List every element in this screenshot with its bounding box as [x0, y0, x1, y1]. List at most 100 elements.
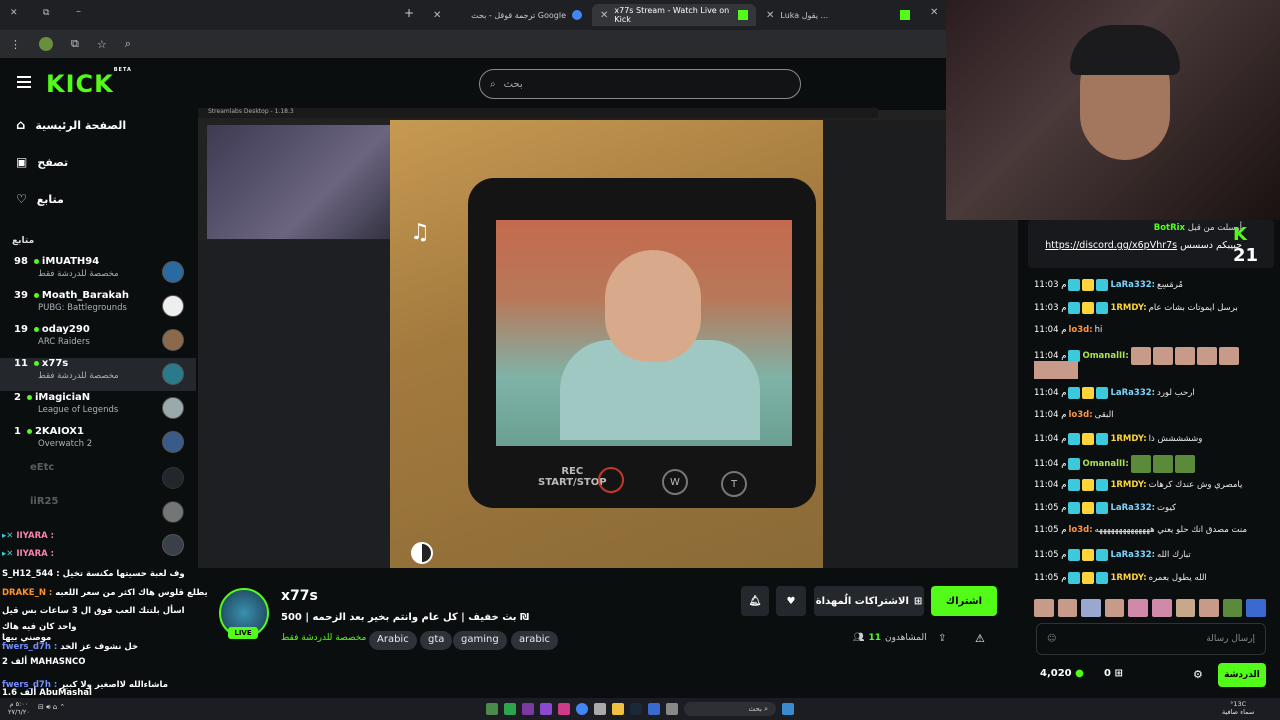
new-tab-button[interactable]: + — [404, 6, 414, 20]
weather-widget[interactable]: °13C سماء صافية — [1222, 700, 1254, 716]
app-icon[interactable] — [504, 703, 516, 715]
share-icon[interactable]: ⇪ — [938, 633, 946, 644]
emote-icon[interactable] — [1057, 599, 1078, 617]
stream-category[interactable]: مخصصة للدردشة فقط — [281, 633, 366, 643]
message-user[interactable]: LaRa332: — [1110, 503, 1155, 513]
search-input[interactable]: بحث — [504, 79, 523, 90]
windows-start-icon[interactable] — [782, 703, 794, 715]
sidebar-channel-imuath94[interactable]: 98 iMUATH94 مخصصة للدردشة فقط — [0, 256, 196, 289]
close-icon[interactable]: ✕ — [930, 7, 938, 18]
folder-icon[interactable] — [612, 703, 624, 715]
gear-icon[interactable]: ⚙ — [1193, 668, 1203, 681]
sidebar-channel-moath[interactable]: 39 Moath_Barakah PUBG: Battlegrounds — [0, 290, 196, 323]
taskbar-search[interactable]: بحث ⌕ — [684, 702, 776, 716]
sidebar-channel-eetc[interactable]: eEtc — [0, 462, 196, 495]
tab-luka[interactable]: ✕ Luka يقول ... — [758, 4, 918, 26]
sidebar-channel-iir25[interactable]: iiR25 — [0, 496, 196, 529]
chat-send-button[interactable]: الدردشة — [1218, 663, 1266, 687]
profile-avatar[interactable] — [39, 37, 53, 51]
app-icon[interactable] — [540, 703, 552, 715]
app-icon[interactable] — [648, 703, 660, 715]
extensions-icon[interactable]: ⧉ — [71, 37, 79, 51]
message-user[interactable]: 1RMDY: — [1110, 573, 1146, 583]
overlay-text: وف لعبة حسيتها مكنسة تخيل — [62, 569, 185, 579]
weather-desc: سماء صافية — [1222, 708, 1255, 716]
tag-arabic-2[interactable]: arabic — [511, 631, 558, 650]
points-value: 4,020 — [1040, 668, 1072, 679]
sidebar-channel-x77s[interactable]: 11 x77s مخصصة للدردشة فقط — [0, 358, 196, 391]
overlay-text: خل نشوف عز الخد — [60, 642, 139, 652]
message-user[interactable]: OmanalII: — [1082, 351, 1128, 361]
app-icon[interactable] — [486, 703, 498, 715]
tab-kick-stream[interactable]: ✕ x77s Stream - Watch Live on Kick — [592, 4, 756, 26]
emote-icon[interactable] — [1034, 599, 1054, 617]
subscribe-button[interactable]: اشتراك — [931, 586, 997, 616]
emote-icon[interactable] — [1151, 599, 1172, 617]
app-icon[interactable] — [558, 703, 570, 715]
overlay-chat-line: S_H12_544 : وف لعبة حسيتها مكنسة تخيل — [2, 569, 185, 579]
zoom-icon[interactable]: ⌕ — [125, 37, 131, 51]
overlay-user: DRAKE_N : — [2, 588, 53, 598]
steam-icon[interactable] — [630, 703, 642, 715]
gift-subs-button[interactable]: الاشتراكات الُمهداة ⊞ — [814, 586, 924, 616]
notification-bell-button[interactable]: 🔔︎ — [741, 586, 769, 616]
sidebar-channel-2kaiox1[interactable]: 1 2KAIOX1 Overwatch 2 — [0, 426, 196, 459]
sidebar-channel-oday290[interactable]: 19 oday290 ARC Raiders — [0, 324, 196, 357]
points-display[interactable]: 4,020 ● — [1040, 668, 1084, 679]
tag-gta[interactable]: gta — [420, 631, 453, 650]
message-user[interactable]: LaRa332: — [1110, 280, 1155, 290]
emoji-icon[interactable]: ☺ — [1047, 634, 1056, 644]
close-tab-icon[interactable]: ✕ — [600, 10, 608, 21]
gifts-display[interactable]: 0 ⊞ — [1104, 668, 1123, 679]
message-user[interactable]: lo3d: — [1068, 325, 1092, 335]
tray-icons[interactable]: ⊟ 🔊︎ ⌂ ⌃ — [38, 703, 65, 712]
close-window-icon[interactable]: ✕ — [10, 8, 18, 18]
chat-input[interactable]: ☺ إرسال رسالة — [1036, 623, 1266, 655]
emote-icon[interactable] — [1199, 599, 1219, 617]
close-tab-icon[interactable]: ✕ — [433, 10, 441, 21]
nav-home[interactable]: ⌂ الصفحة الرئيسية — [16, 118, 126, 133]
menu-dots-icon[interactable]: ⋮ — [10, 38, 21, 51]
hamburger-menu-icon[interactable] — [17, 76, 31, 88]
restore-icon[interactable]: ⧉ — [43, 8, 49, 18]
follow-button[interactable]: ♥ — [776, 586, 806, 616]
message-user[interactable]: lo3d: — [1068, 410, 1092, 420]
pinned-link[interactable]: https://discord.gg/x6pVhr7s — [1045, 240, 1177, 251]
overlay-chat-line: DRAKE_N : يطلع قلوس هاك اكثر من سعر اللع… — [2, 588, 208, 598]
kick-logo[interactable]: KICKBETA — [46, 67, 132, 98]
message-user[interactable]: 1RMDY: — [1110, 434, 1146, 444]
app-icon[interactable] — [594, 703, 606, 715]
message-user[interactable]: lo3d: — [1068, 525, 1092, 535]
emote-icon[interactable] — [1175, 599, 1196, 617]
message-user[interactable]: LaRa332: — [1110, 550, 1155, 560]
emote-icon[interactable] — [1222, 599, 1243, 617]
chat-message: 11:05 م LaRa332: كيوت — [1034, 502, 1176, 514]
nav-following[interactable]: ♡ متابع — [16, 192, 64, 206]
search-bar[interactable]: ⌕ بحث — [479, 69, 801, 99]
app-icon[interactable] — [666, 703, 678, 715]
clock[interactable]: ٥:٠٠ م ٢٧/٦/٢٠ — [8, 700, 30, 716]
streamer-name[interactable]: x77s — [281, 588, 318, 604]
message-text: منت مصدق انك حلو يعني ههههههههههههههه — [1094, 525, 1248, 535]
report-icon[interactable]: ⚠ — [975, 632, 985, 645]
chat-message: 11:04 م LaRa332: ارحب لورد — [1034, 387, 1195, 399]
bookmark-star-icon[interactable]: ☆ — [97, 38, 107, 51]
sidebar-channel-imagician[interactable]: 2 iMagiciaN League of Legends — [0, 392, 196, 425]
emote-icon[interactable] — [1081, 599, 1101, 617]
message-time: 11:03 م — [1034, 280, 1067, 290]
emote-icon[interactable] — [1104, 599, 1125, 617]
nav-browse[interactable]: ▣ تصفح — [16, 155, 68, 169]
app-icon[interactable] — [522, 703, 534, 715]
chrome-icon[interactable] — [576, 703, 588, 715]
message-user[interactable]: OmanalII: — [1082, 459, 1128, 469]
message-user[interactable]: 1RMDY: — [1110, 303, 1146, 313]
tag-arabic[interactable]: Arabic — [369, 631, 417, 650]
emote-icon[interactable] — [1246, 599, 1266, 617]
message-user[interactable]: LaRa332: — [1110, 388, 1155, 398]
close-tab-icon[interactable]: ✕ — [766, 10, 774, 21]
tag-gaming[interactable]: gaming — [453, 631, 507, 650]
message-user[interactable]: 1RMDY: — [1110, 480, 1146, 490]
tab-google-translate[interactable]: ✕ ترجمة قوقل - بحث Google — [425, 4, 590, 26]
emote-icon[interactable] — [1128, 599, 1148, 617]
minimize-icon[interactable]: – — [76, 6, 81, 17]
